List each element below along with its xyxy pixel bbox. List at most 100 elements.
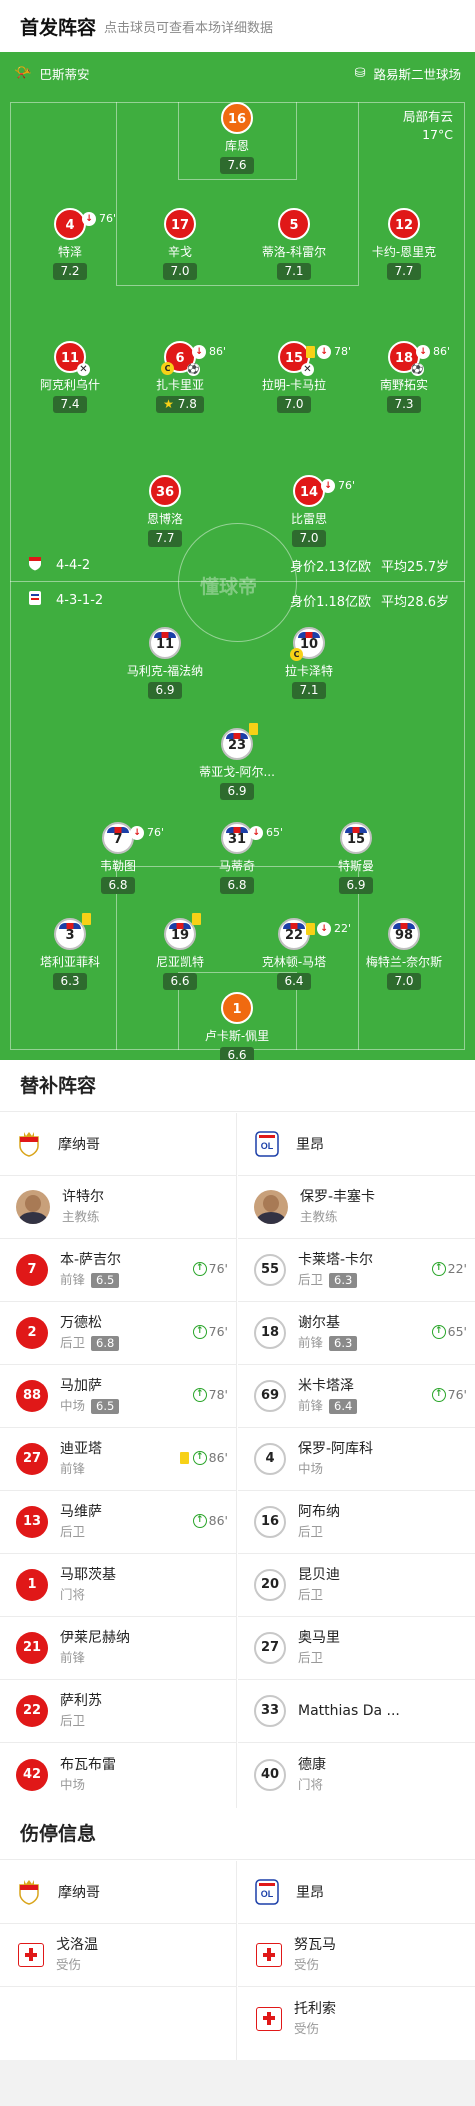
stadium-icon: ⛁ xyxy=(354,65,366,81)
sub-player-row[interactable]: 55 卡莱塔-卡尔 后卫 6.3 ↑ 22' xyxy=(238,1239,475,1302)
home-team-row: 摩纳哥 xyxy=(0,1861,236,1924)
sub-player-row[interactable]: 27 迪亚塔 前锋 ↑ 86' xyxy=(0,1428,236,1491)
sub-player-row[interactable]: 88 马加萨 中场 6.5 ↑ 78' xyxy=(0,1365,236,1428)
player-name: 迪亚塔 xyxy=(60,1441,102,1457)
lineup-page: 首发阵容 点击球员可查看本场详细数据 📯 巴斯蒂安 ⛁ 路易斯二世球场 局部有云… xyxy=(0,0,475,2106)
player-name: 卡莱塔-卡尔 xyxy=(298,1252,374,1268)
player-away-19[interactable]: 19 尼亚凯特 6.6 xyxy=(120,913,240,990)
player-name: 特斯曼 xyxy=(337,859,374,873)
sub-out-icon: ↓ xyxy=(321,479,335,493)
injury-status: 受伤 xyxy=(56,1957,82,1972)
player-away-3[interactable]: 3 塔利亚菲科 6.3 xyxy=(10,913,130,990)
player-rating: 6.4 xyxy=(329,1398,358,1414)
player-home-11[interactable]: 11 ✕ 阿克利乌什 7.4 xyxy=(10,341,130,413)
player-rating: 7.7 xyxy=(148,530,182,547)
sub-in-icon: ↑ xyxy=(431,1324,446,1339)
player-home-5[interactable]: 5 蒂洛-科雷尔 7.1 xyxy=(234,208,354,280)
player-name: 克林顿-马塔 xyxy=(261,955,327,969)
yellow-card-icon xyxy=(192,913,201,925)
sub-minute: 22' xyxy=(447,1261,467,1276)
player-rating: 7.0 xyxy=(163,263,197,280)
sub-player-row[interactable]: 22 萨利苏 后卫 xyxy=(0,1680,236,1743)
home-coach-row[interactable]: 许特尔 主教练 xyxy=(0,1176,236,1239)
lyon-logo-icon: OL xyxy=(254,1877,280,1907)
player-away-10[interactable]: 10 C 拉卡泽特 7.1 xyxy=(249,627,369,699)
player-home-16[interactable]: 16 库恩 7.6 xyxy=(177,102,297,174)
player-away-31[interactable]: 31 ↓ 65' 马蒂奇 6.8 xyxy=(177,822,297,894)
player-home-4[interactable]: 4 ↓ 76' 特泽 7.2 xyxy=(10,208,130,280)
player-home-14[interactable]: 14 ↓ 76' 比雷思 7.0 xyxy=(249,475,369,547)
player-rating: 6.9 xyxy=(220,783,254,800)
sub-player-row[interactable]: 13 马维萨 后卫 ↑ 86' xyxy=(0,1491,236,1554)
lineup-header: 首发阵容 点击球员可查看本场详细数据 xyxy=(0,0,475,52)
sub-player-row[interactable]: 2 万德松 后卫 6.8 ↑ 76' xyxy=(0,1302,236,1365)
player-rating: 6.5 xyxy=(91,1272,120,1288)
home-average-age: 平均25.7岁 xyxy=(381,559,449,575)
sub-player-row[interactable]: 42 布瓦布雷 中场 xyxy=(0,1743,236,1806)
sub-player-row[interactable]: 18 谢尔基 前锋 6.3 ↑ 65' xyxy=(238,1302,475,1365)
substitutes-title: 替补阵容 xyxy=(0,1060,475,1112)
team-name: 里昂 xyxy=(296,1136,324,1153)
player-number: 7 xyxy=(113,832,123,847)
player-home-12[interactable]: 12 卡约-恩里克 7.7 xyxy=(344,208,464,280)
player-away-15[interactable]: 15 特斯曼 6.9 xyxy=(296,822,416,894)
player-number: 5 xyxy=(278,208,310,240)
player-number: 15 xyxy=(284,351,304,366)
sub-minute: 86' xyxy=(208,1513,228,1528)
team-name: 摩纳哥 xyxy=(58,1136,100,1153)
player-name: 昆贝迪 xyxy=(298,1567,340,1583)
player-rating: 6.8 xyxy=(101,877,135,894)
sub-minute: 65' xyxy=(266,826,284,839)
player-away-7[interactable]: 7 ↓ 76' 韦勒图 6.8 xyxy=(58,822,178,894)
sub-player-row[interactable]: 27 奥马里 后卫 xyxy=(238,1617,475,1680)
yellow-card-icon xyxy=(179,1451,189,1464)
sub-player-row[interactable]: 7 本-萨吉尔 前锋 6.5 ↑ 76' xyxy=(0,1239,236,1302)
injury-row[interactable]: 托利索 受伤 xyxy=(238,1987,475,2050)
player-rating: 6.4 xyxy=(277,973,311,990)
sub-player-row[interactable]: 16 阿布纳 后卫 xyxy=(238,1491,475,1554)
player-position: 后卫 xyxy=(298,1587,324,1602)
sub-out-icon: ↓ xyxy=(416,345,430,359)
player-rating: 6.9 xyxy=(339,877,373,894)
home-subs-column: 摩纳哥 许特尔 主教练 7 本-萨吉尔 前锋 6.5 ↑ 76' 2 万德松 后卫 6.8 … xyxy=(0,1113,237,1812)
player-number: 88 xyxy=(16,1380,48,1412)
player-away-1[interactable]: 1 卢卡斯-佩里 6.6 xyxy=(177,992,297,1060)
player-position: 前锋 xyxy=(298,1335,324,1350)
sub-player-row[interactable]: 33 Matthias Da ... xyxy=(238,1680,475,1743)
player-home-17[interactable]: 17 辛戈 7.0 xyxy=(120,208,240,280)
pitch: 📯 巴斯蒂安 ⛁ 路易斯二世球场 局部有云 17°C 懂球帝 4-4-2 身价2… xyxy=(0,52,475,1060)
player-home-36[interactable]: 36 恩博洛 7.7 xyxy=(105,475,225,547)
player-home-18[interactable]: 18 ⚽ ↓ 86' 南野拓实 7.3 xyxy=(344,341,464,413)
home-formation: 4-4-2 xyxy=(56,557,91,573)
player-rating: 6.8 xyxy=(220,877,254,894)
player-away-98[interactable]: 98 梅特兰-奈尔斯 7.0 xyxy=(344,918,464,990)
away-coach-row[interactable]: 保罗-丰塞卡 主教练 xyxy=(238,1176,475,1239)
player-position: 后卫 xyxy=(298,1650,324,1665)
player-name: 卢卡斯-佩里 xyxy=(204,1029,270,1043)
player-name: 恩博洛 xyxy=(146,512,183,526)
sub-out-icon: ↓ xyxy=(82,212,96,226)
injury-row[interactable]: 戈洛温 受伤 xyxy=(0,1924,236,1987)
sub-minute: 76' xyxy=(147,826,165,839)
player-name: 马加萨 xyxy=(60,1378,102,1394)
player-away-22[interactable]: 22 ↓ 22' 克林顿-马塔 6.4 xyxy=(234,918,354,990)
sub-player-row[interactable]: 1 马耶茨基 门将 xyxy=(0,1554,236,1617)
sub-out-icon: ↓ xyxy=(317,345,331,359)
sub-player-row[interactable]: 40 德康 门将 xyxy=(238,1743,475,1806)
player-away-23[interactable]: 23 蒂亚戈-阿尔... 6.9 xyxy=(177,723,297,800)
sub-player-row[interactable]: 4 保罗-阿库科 中场 xyxy=(238,1428,475,1491)
player-away-11[interactable]: 11 马利克-福法纳 6.9 xyxy=(105,627,225,699)
sub-in-icon: ↑ xyxy=(192,1450,207,1465)
sub-player-row[interactable]: 20 昆贝迪 后卫 xyxy=(238,1554,475,1617)
player-name: 拉卡泽特 xyxy=(284,664,333,678)
player-rating: 6.3 xyxy=(53,973,87,990)
injury-row[interactable]: 努瓦马 受伤 xyxy=(238,1924,475,1987)
player-home-15[interactable]: 15 ✕ ↓ 78' 拉明-卡马拉 7.0 xyxy=(234,341,354,413)
weather-condition: 局部有云 xyxy=(402,109,453,124)
player-home-6[interactable]: 6 C ⚽ ↓ 86' 扎卡里亚 ★ 7.8 xyxy=(120,341,240,413)
home-team-row: 摩纳哥 xyxy=(0,1113,236,1176)
player-name: 塔利亚菲科 xyxy=(39,955,100,969)
sub-minute: 76' xyxy=(447,1387,467,1402)
sub-player-row[interactable]: 69 米卡塔泽 前锋 6.4 ↑ 76' xyxy=(238,1365,475,1428)
sub-player-row[interactable]: 21 伊莱尼赫纳 前锋 xyxy=(0,1617,236,1680)
